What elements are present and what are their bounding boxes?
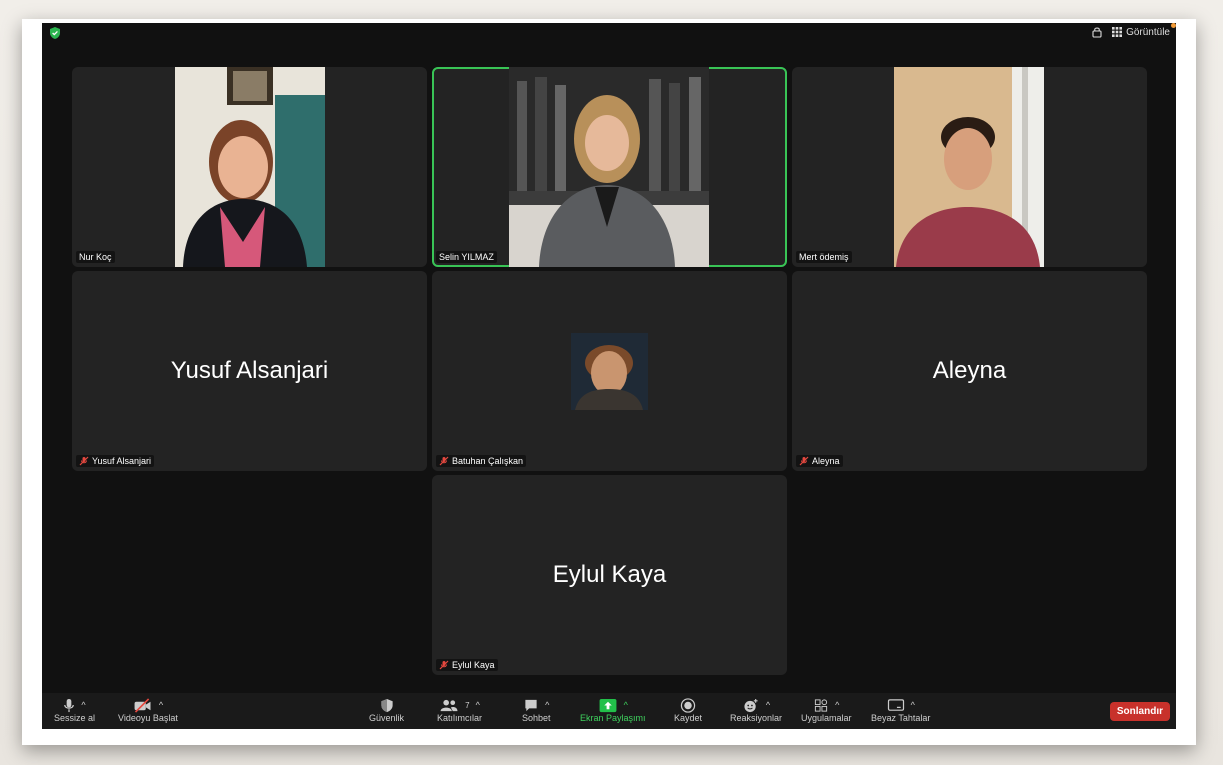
meeting-toolbar: ^ Sessize al ^ Videoyu Başlat Güvenlik 7… xyxy=(42,693,1176,729)
muted-mic-icon xyxy=(439,456,449,466)
chat-options-caret[interactable]: ^ xyxy=(545,700,549,710)
mute-options-caret[interactable]: ^ xyxy=(81,700,85,710)
whiteboard-label: Beyaz Tahtalar xyxy=(871,713,931,723)
mute-label: Sessize al xyxy=(54,713,96,723)
video-feed-selin-yilmaz xyxy=(509,67,709,267)
name-tag: Selin YILMAZ xyxy=(436,251,497,263)
security-shield-icon xyxy=(380,698,393,712)
share-screen-button[interactable]: ^ Ekran Paylaşımı xyxy=(580,697,646,723)
participant-tile-batuhan-caliskan[interactable]: Batuhan Çalışkan xyxy=(432,271,787,471)
top-right-controls: Görüntüle xyxy=(1092,26,1170,38)
start-video-button[interactable]: ^ Videoyu Başlat xyxy=(118,697,178,723)
participant-display-name: Eylul Kaya xyxy=(552,561,667,588)
security-label: Güvenlik xyxy=(369,713,405,723)
microphone-icon xyxy=(64,698,75,712)
name-tag: Batuhan Çalışkan xyxy=(436,455,527,467)
participant-name: Selin YILMAZ xyxy=(439,252,494,262)
view-button[interactable]: Görüntüle xyxy=(1112,27,1170,38)
reactions-label: Reaksiyonlar xyxy=(730,713,783,723)
record-label: Kaydet xyxy=(674,713,703,723)
whiteboards-button[interactable]: ^ Beyaz Tahtalar xyxy=(871,697,930,723)
encryption-shield-icon[interactable] xyxy=(48,26,62,40)
participant-name: Eylul Kaya xyxy=(452,660,495,670)
participant-tile-yusuf-alsanjari[interactable]: Yusuf Alsanjari Yusuf Alsanjari xyxy=(72,271,427,471)
view-label: Görüntüle xyxy=(1126,26,1170,38)
mute-button[interactable]: ^ Sessize al xyxy=(54,697,95,723)
top-bar: Görüntüle xyxy=(42,23,1176,45)
chat-label: Sohbet xyxy=(522,713,551,723)
video-feed-mert-odemis xyxy=(894,67,1044,267)
participant-tile-aleyna[interactable]: Aleyna Aleyna xyxy=(792,271,1147,471)
record-button[interactable]: Kaydet xyxy=(674,697,702,723)
muted-mic-icon xyxy=(799,456,809,466)
participants-options-caret[interactable]: ^ xyxy=(476,700,480,710)
participant-name: Aleyna xyxy=(812,456,840,466)
reactions-button[interactable]: ^ Reaksiyonlar xyxy=(730,697,782,723)
participant-tile-mert-odemis[interactable]: Mert ödemiş xyxy=(792,67,1147,267)
muted-mic-icon xyxy=(439,660,449,670)
share-options-caret[interactable]: ^ xyxy=(624,700,628,710)
participant-display-name: Aleyna xyxy=(932,357,1007,384)
meeting-screen: Görüntüle Nur Koç Selin YILMAZ Mert ödem… xyxy=(42,23,1176,729)
name-tag: Yusuf Alsanjari xyxy=(76,455,155,467)
participants-label: Katılımcılar xyxy=(437,713,483,723)
participant-tile-selin-yilmaz[interactable]: Selin YILMAZ xyxy=(432,67,787,267)
video-label: Videoyu Başlat xyxy=(118,713,178,723)
reactions-options-caret[interactable]: ^ xyxy=(766,700,770,710)
video-feed-nur-koc xyxy=(175,67,325,267)
name-tag: Eylul Kaya xyxy=(436,659,498,671)
profile-avatar-batuhan xyxy=(571,333,648,410)
notification-dot xyxy=(1171,23,1176,28)
participants-count: 7 xyxy=(465,700,470,710)
chat-button[interactable]: ^ Sohbet xyxy=(522,697,551,723)
name-tag: Mert ödemiş xyxy=(796,251,852,263)
participant-display-name: Yusuf Alsanjari xyxy=(170,357,329,384)
reactions-smiley-icon xyxy=(744,698,758,712)
whiteboard-options-caret[interactable]: ^ xyxy=(911,700,915,710)
meeting-window-frame: Görüntüle Nur Koç Selin YILMAZ Mert ödem… xyxy=(22,19,1196,745)
muted-mic-icon xyxy=(79,456,89,466)
security-button[interactable]: Güvenlik xyxy=(369,697,404,723)
end-meeting-button[interactable]: Sonlandır xyxy=(1109,702,1170,721)
apps-icon xyxy=(815,698,828,712)
participant-name: Mert ödemiş xyxy=(799,252,849,262)
apps-label: Uygulamalar xyxy=(801,713,852,723)
apps-button[interactable]: ^ Uygulamalar xyxy=(801,697,852,723)
chat-bubble-icon xyxy=(525,699,537,711)
grid-icon xyxy=(1112,27,1123,37)
participant-tile-nur-koc[interactable]: Nur Koç xyxy=(72,67,427,267)
name-tag: Nur Koç xyxy=(76,251,115,263)
record-icon xyxy=(680,697,696,713)
name-tag: Aleyna xyxy=(796,455,843,467)
participant-name: Nur Koç xyxy=(79,252,112,262)
apps-options-caret[interactable]: ^ xyxy=(835,700,839,710)
participant-name: Batuhan Çalışkan xyxy=(452,456,524,466)
whiteboard-icon xyxy=(887,698,904,711)
participant-name: Yusuf Alsanjari xyxy=(92,456,152,466)
participant-tile-eylul-kaya[interactable]: Eylul Kaya Eylul Kaya xyxy=(432,475,787,675)
lock-icon[interactable] xyxy=(1092,26,1102,38)
share-label: Ekran Paylaşımı xyxy=(580,713,646,723)
share-screen-icon xyxy=(599,698,617,712)
participants-button[interactable]: 7 ^ Katılımcılar xyxy=(437,697,482,723)
video-options-caret[interactable]: ^ xyxy=(159,700,163,710)
video-off-icon xyxy=(134,697,151,713)
participants-icon xyxy=(440,699,458,711)
